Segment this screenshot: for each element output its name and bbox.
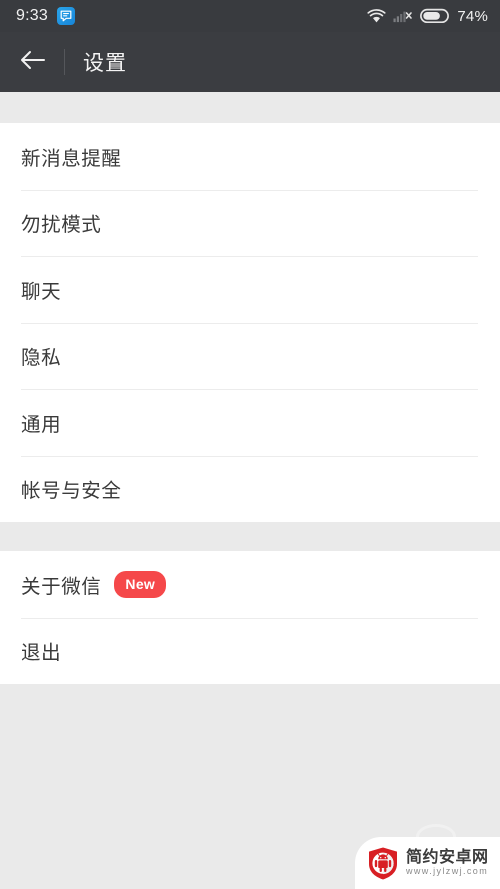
status-bar-left: 9:33 (16, 7, 75, 25)
action-bar-divider (64, 49, 65, 75)
top-spacer (0, 92, 500, 123)
row-label: 勿扰模式 (21, 214, 102, 237)
settings-row-new-message-alerts[interactable]: 新消息提醒 (0, 123, 500, 190)
status-clock: 9:33 (16, 7, 48, 24)
row-label: 聊天 (21, 280, 62, 303)
settings-row-do-not-disturb[interactable]: 勿扰模式 (0, 189, 500, 256)
watermark-text: 简约安卓网 www.jylzwj.com (406, 850, 489, 876)
watermark-url: www.jylzwj.com (406, 866, 489, 876)
settings-group-primary: 新消息提醒 勿扰模式 聊天 隐私 通用 帐号与安全 (0, 123, 500, 522)
battery-icon (420, 8, 450, 24)
settings-row-account-security[interactable]: 帐号与安全 (0, 455, 500, 522)
wifi-icon (367, 8, 386, 24)
watermark-title: 简约安卓网 (406, 849, 489, 866)
watermark: 简约安卓网 www.jylzwj.com (355, 837, 500, 889)
back-arrow-icon (19, 49, 46, 76)
group-spacer (0, 522, 500, 551)
back-button[interactable] (0, 32, 64, 92)
android-shield-logo (367, 846, 399, 881)
battery-percent: 74% (457, 7, 488, 25)
row-label: 隐私 (21, 347, 62, 370)
status-badge: New (114, 570, 167, 598)
action-bar: 设置 (0, 32, 500, 92)
chat-bubble-icon (56, 7, 75, 25)
settings-row-logout[interactable]: 退出 (0, 617, 500, 684)
row-label: 新消息提醒 (21, 147, 122, 170)
row-label: 退出 (21, 642, 62, 665)
row-label: 关于微信 (21, 575, 102, 598)
page-title: 设置 (83, 52, 127, 75)
settings-row-general[interactable]: 通用 (0, 389, 500, 456)
status-bar: 9:33 74% (0, 0, 500, 32)
row-label: 通用 (21, 413, 62, 436)
row-label: 帐号与安全 (21, 480, 122, 503)
settings-row-privacy[interactable]: 隐私 (0, 322, 500, 389)
phone-screen: 9:33 74% 设置 新消息提醒 勿扰模式 聊天 隐私 通用 帐号与安全 关于… (0, 0, 500, 889)
status-bar-right: 74% (367, 8, 488, 25)
settings-row-about-wechat[interactable]: 关于微信 New (0, 551, 500, 618)
settings-group-secondary: 关于微信 New 退出 (0, 551, 500, 684)
signal-no-service-icon (393, 9, 413, 23)
settings-row-chat[interactable]: 聊天 (0, 256, 500, 323)
settings-content: 新消息提醒 勿扰模式 聊天 隐私 通用 帐号与安全 关于微信 New 退出 (0, 92, 500, 889)
